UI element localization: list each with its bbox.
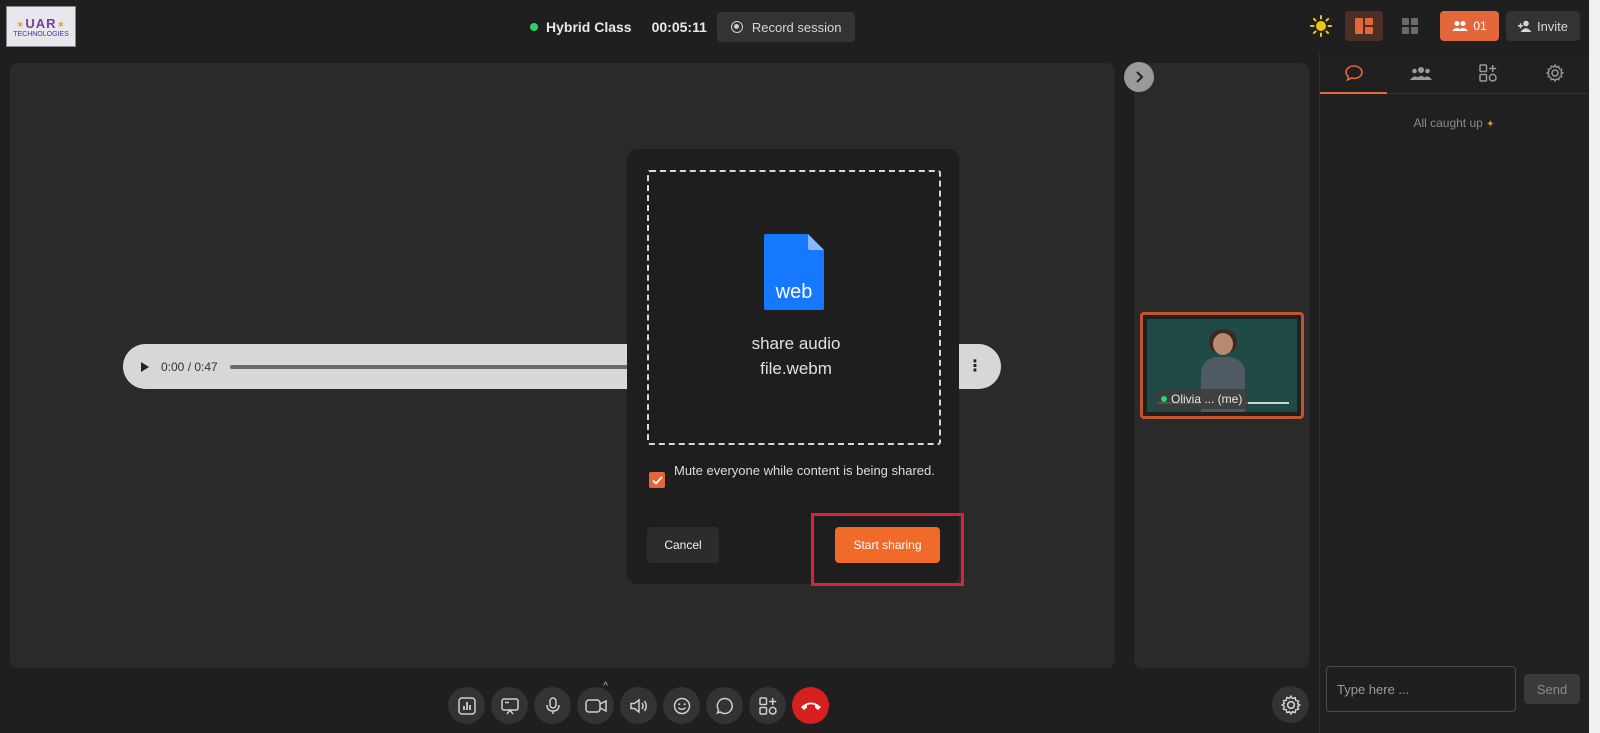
chevron-right-icon (1136, 71, 1144, 83)
settings-button[interactable] (1272, 686, 1309, 723)
grid-layout-icon (1402, 18, 1418, 34)
participant-name: Olivia ... (me) (1171, 392, 1243, 406)
chat-bubble-icon (1344, 64, 1363, 81)
file-type-badge: web (775, 281, 813, 303)
participants-icon (1452, 21, 1469, 31)
chat-button[interactable] (706, 687, 743, 724)
poll-chart-icon (457, 696, 476, 715)
page-scrollbar[interactable] (1589, 0, 1600, 733)
record-session-button[interactable]: Record session (716, 12, 856, 42)
invite-label: Invite (1536, 18, 1569, 34)
tab-chat[interactable] (1320, 52, 1387, 94)
tab-settings[interactable] (1521, 52, 1588, 93)
chat-empty-state: All caught up ✦ (1413, 116, 1495, 130)
logo-subtext: TECHNOLOGIES (13, 30, 69, 38)
webm-file-icon: web (764, 234, 824, 310)
speaker-icon (629, 697, 647, 714)
tab-participants[interactable] (1387, 52, 1454, 93)
logo-text: UAR (25, 15, 57, 31)
smiley-icon (673, 697, 690, 714)
speaker-button[interactable] (620, 687, 657, 724)
add-person-icon (1517, 20, 1532, 32)
mute-everyone-checkbox[interactable] (649, 472, 665, 488)
poll-button[interactable] (448, 687, 485, 724)
mute-everyone-label: Mute everyone while content is being sha… (674, 463, 935, 478)
cancel-button[interactable]: Cancel (647, 527, 719, 563)
more-options-icon[interactable]: ⋮ (967, 358, 983, 375)
live-indicator-icon (530, 23, 538, 31)
participant-tile[interactable]: Olivia ... (me) (1140, 312, 1304, 419)
reactions-button[interactable] (663, 687, 700, 724)
record-session-label: Record session (751, 19, 842, 35)
file-dropzone[interactable]: web share audio file.webm (647, 170, 941, 445)
camera-icon (584, 698, 607, 713)
side-panel: All caught up ✦ Send (1319, 52, 1588, 733)
participant-name-chip: Olivia ... (me) (1155, 389, 1249, 409)
speaker-layout-icon (1355, 18, 1373, 34)
microphone-icon (545, 696, 560, 714)
microphone-button[interactable] (534, 687, 571, 724)
session-info: Hybrid Class 00:05:11 Record session (530, 12, 856, 42)
hang-up-icon (800, 702, 821, 710)
chat-bubble-icon (715, 697, 733, 714)
brand-logo: ✶UAR✶ TECHNOLOGIES (6, 6, 76, 47)
send-button[interactable]: Send (1524, 674, 1580, 704)
gear-icon (1545, 63, 1564, 82)
annotation-highlight-box (811, 513, 964, 586)
camera-button[interactable]: ^ (577, 681, 614, 724)
mute-everyone-option[interactable]: Mute everyone while content is being sha… (649, 463, 949, 488)
session-timer: 00:05:11 (651, 19, 707, 35)
theme-toggle-sun-icon[interactable] (1310, 15, 1332, 37)
chat-input[interactable] (1326, 666, 1516, 712)
top-bar: ✶UAR✶ TECHNOLOGIES Hybrid Class 00:05:11… (0, 0, 1600, 52)
speaker-layout-button[interactable] (1345, 11, 1383, 41)
apps-icon (1478, 63, 1497, 82)
file-name-line-2: file.webm (760, 359, 832, 378)
file-name-line-1: share audio (751, 334, 841, 353)
checkmark-icon (651, 475, 663, 485)
collapse-strip-button[interactable] (1124, 62, 1154, 92)
participants-count: 01 (1473, 19, 1487, 33)
call-controls: ^ (448, 681, 835, 725)
party-icon: ✦ (1486, 119, 1495, 130)
tab-apps[interactable] (1454, 52, 1521, 93)
grid-layout-button[interactable] (1391, 11, 1429, 41)
whiteboard-button[interactable] (491, 687, 528, 724)
end-call-button[interactable] (792, 687, 829, 724)
online-indicator-icon (1161, 396, 1167, 402)
participants-count-button[interactable]: 01 (1440, 11, 1499, 41)
caret-up-icon[interactable]: ^ (603, 681, 608, 692)
record-icon (730, 21, 743, 33)
audio-time: 0:00 / 0:47 (161, 359, 218, 374)
gear-icon (1280, 694, 1301, 715)
whiteboard-icon (500, 697, 519, 714)
apps-icon (758, 696, 777, 715)
group-icon (1409, 66, 1432, 80)
video-class-app: ✶UAR✶ TECHNOLOGIES Hybrid Class 00:05:11… (0, 0, 1600, 733)
invite-button[interactable]: Invite (1506, 11, 1580, 41)
panel-tabs (1320, 52, 1588, 94)
apps-button[interactable] (749, 687, 786, 724)
class-title: Hybrid Class (546, 19, 632, 35)
play-icon[interactable] (141, 361, 149, 372)
